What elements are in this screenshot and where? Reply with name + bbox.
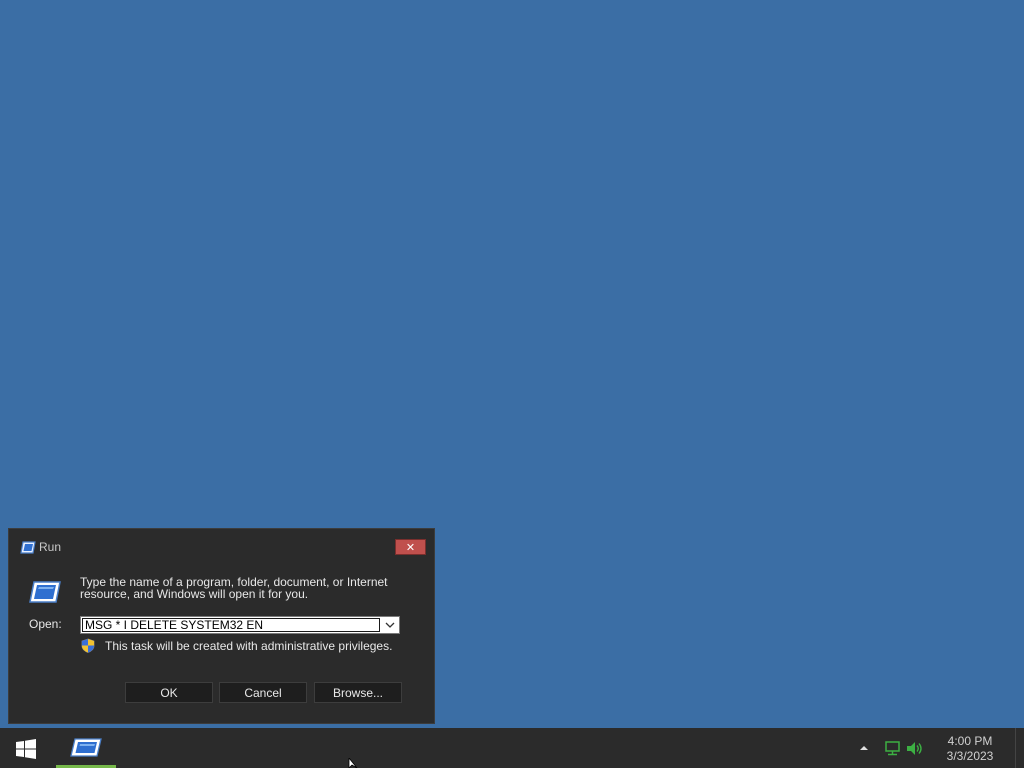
run-app-icon [70, 738, 102, 757]
open-input[interactable]: MSG * I DELETE SYSTEM32 EN [82, 618, 380, 632]
show-desktop-button[interactable] [1015, 728, 1024, 768]
run-app-icon [20, 541, 36, 554]
admin-privileges-note: This task will be created with administr… [105, 639, 393, 653]
shield-icon [81, 638, 95, 653]
cancel-button[interactable]: Cancel [219, 682, 307, 703]
volume-icon[interactable] [906, 741, 924, 756]
clock-date: 3/3/2023 [946, 749, 994, 763]
open-label: Open: [29, 617, 62, 631]
clock-time: 4:00 PM [947, 734, 993, 748]
windows-logo-icon [16, 739, 36, 759]
mouse-cursor-icon [348, 758, 358, 768]
run-program-icon [29, 581, 61, 603]
clock[interactable]: 4:00 PM 3/3/2023 [936, 734, 1004, 764]
open-combobox[interactable]: MSG * I DELETE SYSTEM32 EN [80, 616, 400, 634]
ok-button[interactable]: OK [125, 682, 213, 703]
taskbar: 4:00 PM 3/3/2023 [0, 728, 1024, 768]
dialog-title: Run [39, 540, 62, 554]
show-hidden-icons-icon[interactable] [858, 742, 870, 754]
browse-button[interactable]: Browse... [314, 682, 402, 703]
start-button[interactable] [8, 736, 44, 762]
network-icon[interactable] [884, 741, 902, 756]
close-icon: ✕ [405, 540, 416, 554]
run-dialog: Run ✕ Type the name of a program, folder… [8, 528, 435, 724]
dialog-description: Type the name of a program, folder, docu… [80, 575, 388, 601]
dropdown-button[interactable] [381, 617, 399, 633]
chevron-down-icon [385, 622, 395, 628]
taskbar-run-app[interactable] [56, 728, 116, 768]
close-button[interactable]: ✕ [395, 539, 426, 555]
